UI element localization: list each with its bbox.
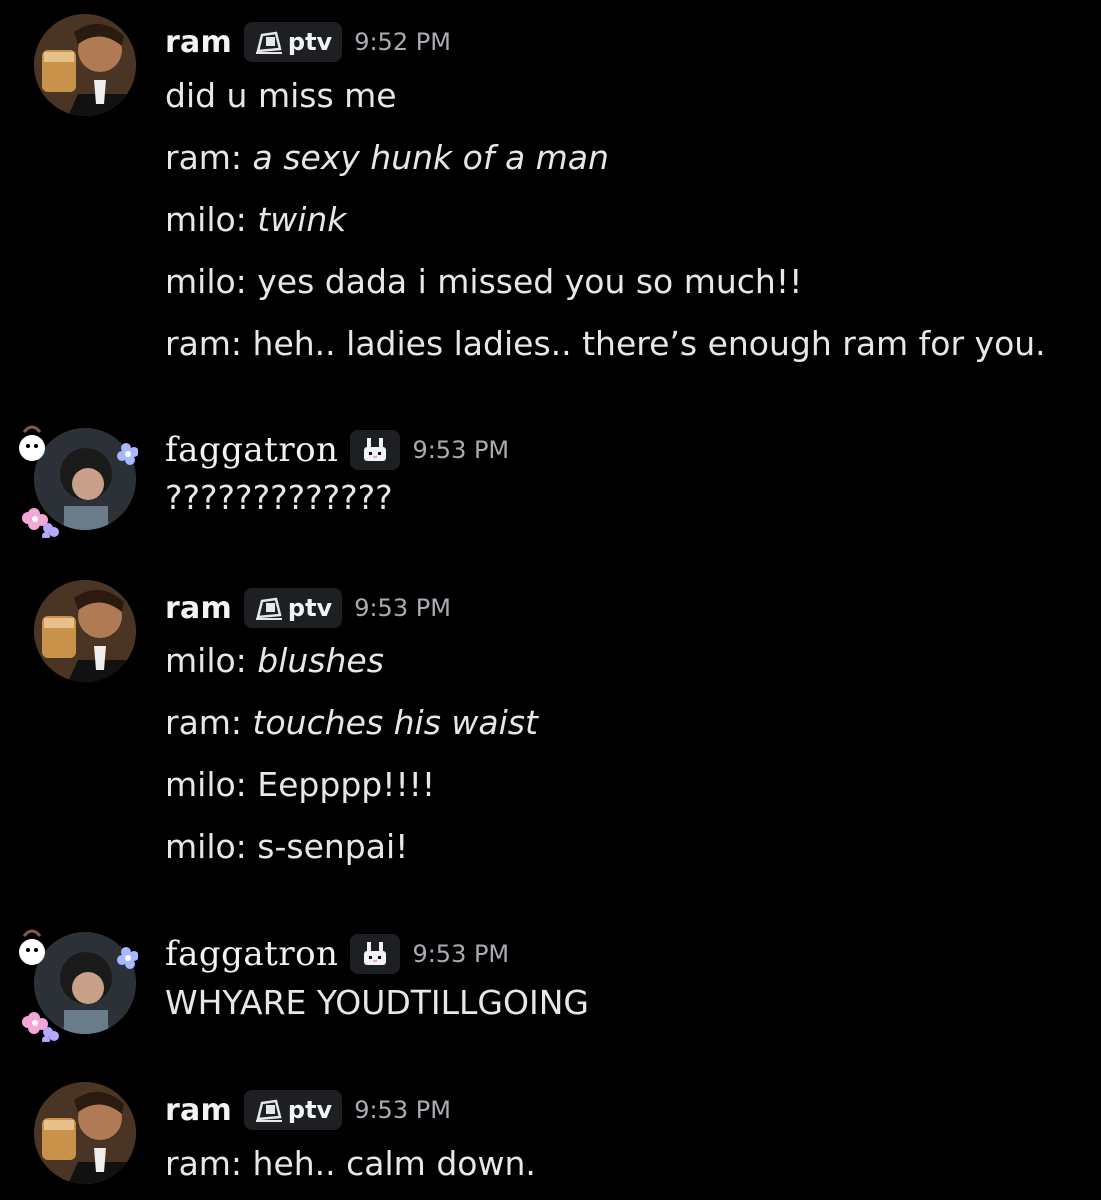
timestamp[interactable]: 9:52 PM [354,28,451,56]
message-line[interactable]: milo: s-senpai! [165,827,408,866]
server-tag[interactable]: ptv [243,588,343,628]
message-line[interactable]: ram: a sexy hunk of a man [165,138,609,177]
message-line[interactable]: milo: Eepppp!!!! [165,765,435,804]
message-line[interactable]: ram: heh.. calm down. [165,1144,536,1183]
message-header: faggatron 9:53 PM [165,428,509,472]
username[interactable]: ram [165,591,232,626]
message-line[interactable]: milo: blushes [165,641,384,680]
username[interactable]: faggatron [165,934,338,974]
server-tag[interactable] [350,934,401,974]
avatar-man-icon [34,1082,136,1184]
message-line[interactable]: ????????????? [165,478,393,517]
server-tag[interactable]: ptv [243,1090,343,1130]
message-line[interactable]: ram: touches his waist [165,703,538,742]
message-line[interactable]: ram: heh.. ladies ladies.. there’s enoug… [165,324,1046,363]
message-header: ram ptv 9:53 PM [165,1088,451,1132]
bunny-icon [360,437,390,463]
message-line[interactable]: did u miss me [165,76,397,115]
timestamp[interactable]: 9:53 PM [412,940,509,968]
camera-icon [254,595,284,621]
server-tag[interactable]: ptv [243,22,343,62]
username[interactable]: ram [165,25,232,60]
camera-icon [254,1097,284,1123]
message-header: ram ptv 9:53 PM [165,586,451,630]
tag-label: ptv [287,1096,333,1124]
timestamp[interactable]: 9:53 PM [354,1096,451,1124]
user-avatar[interactable] [34,14,136,116]
message-line[interactable]: milo: yes dada i missed you so much!! [165,262,802,301]
avatar-man-icon [34,14,136,116]
chat-log: ram ptv 9:52 PM did u miss me ram: a sex… [0,0,1101,1200]
timestamp[interactable]: 9:53 PM [354,594,451,622]
bunny-icon [360,941,390,967]
message-line[interactable]: milo: twink [165,200,346,239]
message-line[interactable]: WHYARE YOUDTILLGOING [165,983,589,1022]
message-header: faggatron 9:53 PM [165,932,509,976]
server-tag[interactable] [350,430,401,470]
camera-icon [254,29,284,55]
avatar-man-icon [34,580,136,682]
flower-decoration-icon [19,425,138,538]
tag-label: ptv [287,594,333,622]
tag-label: ptv [287,28,333,56]
message-header: ram ptv 9:52 PM [165,20,451,64]
user-avatar[interactable] [34,1082,136,1184]
username[interactable]: ram [165,1093,232,1128]
flower-decoration-icon [19,929,138,1042]
timestamp[interactable]: 9:53 PM [412,436,509,464]
username[interactable]: faggatron [165,430,338,470]
user-avatar[interactable] [34,580,136,682]
